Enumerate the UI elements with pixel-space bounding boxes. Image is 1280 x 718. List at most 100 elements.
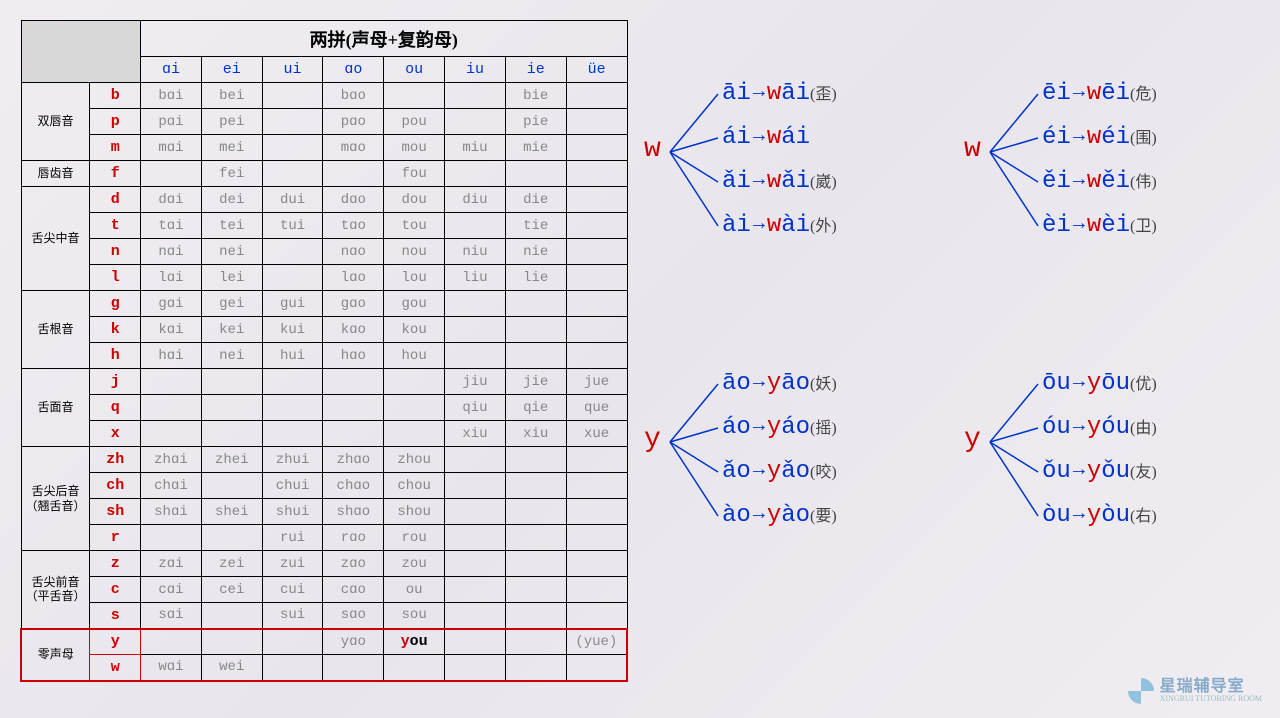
watermark-subtext: XINGRUI TUTORING ROOM [1160,695,1262,704]
table-title: 两拼(声母+复韵母) [141,21,627,57]
diagram-row: āo→yāo(妖) [722,370,837,397]
syllable-cell [566,83,627,109]
initial-header: d [90,187,141,213]
initial-header: r [90,525,141,551]
initial-header: sh [90,499,141,525]
initial-header: zh [90,447,141,473]
initial-header: m [90,135,141,161]
syllable-cell: gei [201,291,262,317]
syllable-cell: chɑo [323,473,384,499]
syllable-cell [141,161,202,187]
syllable-cell [566,187,627,213]
syllable-cell: chɑi [141,473,202,499]
syllable-cell: que [566,395,627,421]
syllable-cell [445,161,506,187]
diagram-row: ào→yào(要) [722,502,837,529]
syllable-cell [566,499,627,525]
syllable-cell: nei [201,343,262,369]
syllable-cell [445,317,506,343]
syllable-cell: pei [201,109,262,135]
syllable-cell: jue [566,369,627,395]
syllable-cell [323,161,384,187]
diagram-row: ài→wài(外) [722,212,837,239]
syllable-cell: sɑi [141,603,202,629]
syllable-cell [505,655,566,681]
syllable-cell [566,291,627,317]
watermark-text: 星瑞辅导室 [1160,678,1262,696]
syllable-cell [445,499,506,525]
syllable-cell: mɑi [141,135,202,161]
syllable-cell [566,603,627,629]
syllable-cell [262,109,323,135]
syllable-cell: cei [201,577,262,603]
syllable-cell: fou [384,161,445,187]
syllable-cell: bie [505,83,566,109]
syllable-cell [445,213,506,239]
syllable-cell: shɑi [141,499,202,525]
syllable-cell: gɑo [323,291,384,317]
syllable-cell: rɑo [323,525,384,551]
table-corner [21,21,141,83]
syllable-cell [262,421,323,447]
syllable-cell: kɑo [323,317,384,343]
syllable-cell [262,135,323,161]
diagram-root: w [964,134,981,165]
syllable-cell [505,447,566,473]
initial-header: p [90,109,141,135]
category-header: 零声母 [21,629,90,681]
logo-icon [1128,678,1154,704]
diagram-row: éi→wéi(围) [1042,124,1157,151]
syllable-cell: shei [201,499,262,525]
diagram-row: ěi→wěi(伟) [1042,168,1157,195]
syllable-cell [323,369,384,395]
syllable-cell [445,109,506,135]
final-header: iu [445,57,506,83]
syllable-cell [505,551,566,577]
syllable-cell [384,369,445,395]
final-header: ɑo [323,57,384,83]
final-header: ui [262,57,323,83]
syllable-cell: xiu [505,421,566,447]
syllable-cell: tɑi [141,213,202,239]
syllable-cell [445,473,506,499]
diagram-row: ōu→yōu(优) [1042,370,1157,397]
initial-header: l [90,265,141,291]
initial-header: h [90,343,141,369]
syllable-cell: zhui [262,447,323,473]
syllable-cell [141,395,202,421]
initial-header: t [90,213,141,239]
syllable-cell: yɑo [323,629,384,655]
diagram-root: y [644,424,661,455]
syllable-cell: mou [384,135,445,161]
category-header: 唇齿音 [21,161,90,187]
syllable-cell: kei [201,317,262,343]
syllable-cell: kou [384,317,445,343]
syllable-cell [505,525,566,551]
category-header: 舌尖前音（平舌音） [21,551,90,629]
syllable-cell [445,603,506,629]
syllable-cell: miu [445,135,506,161]
pinyin-table: 两拼(声母+复韵母) ɑieiuiɑoouiuieüe 双唇音bbɑibeibɑ… [20,20,628,682]
syllable-cell [445,577,506,603]
syllable-cell: lei [201,265,262,291]
syllable-cell: gui [262,291,323,317]
syllable-cell [445,343,506,369]
initial-header: k [90,317,141,343]
syllable-cell [566,551,627,577]
syllable-cell: nie [505,239,566,265]
initial-header: f [90,161,141,187]
syllable-cell: zou [384,551,445,577]
syllable-cell: zei [201,551,262,577]
syllable-cell: kɑi [141,317,202,343]
syllable-cell: fei [201,161,262,187]
syllable-cell: die [505,187,566,213]
category-header: 舌根音 [21,291,90,369]
initial-header: ch [90,473,141,499]
syllable-cell: zhou [384,447,445,473]
diagram-row: áo→yáo(摇) [722,414,837,441]
syllable-cell: nɑo [323,239,384,265]
diagram-row: òu→yòu(右) [1042,502,1157,529]
diagram-root: y [964,424,981,455]
syllable-cell [201,473,262,499]
syllable-cell: gou [384,291,445,317]
